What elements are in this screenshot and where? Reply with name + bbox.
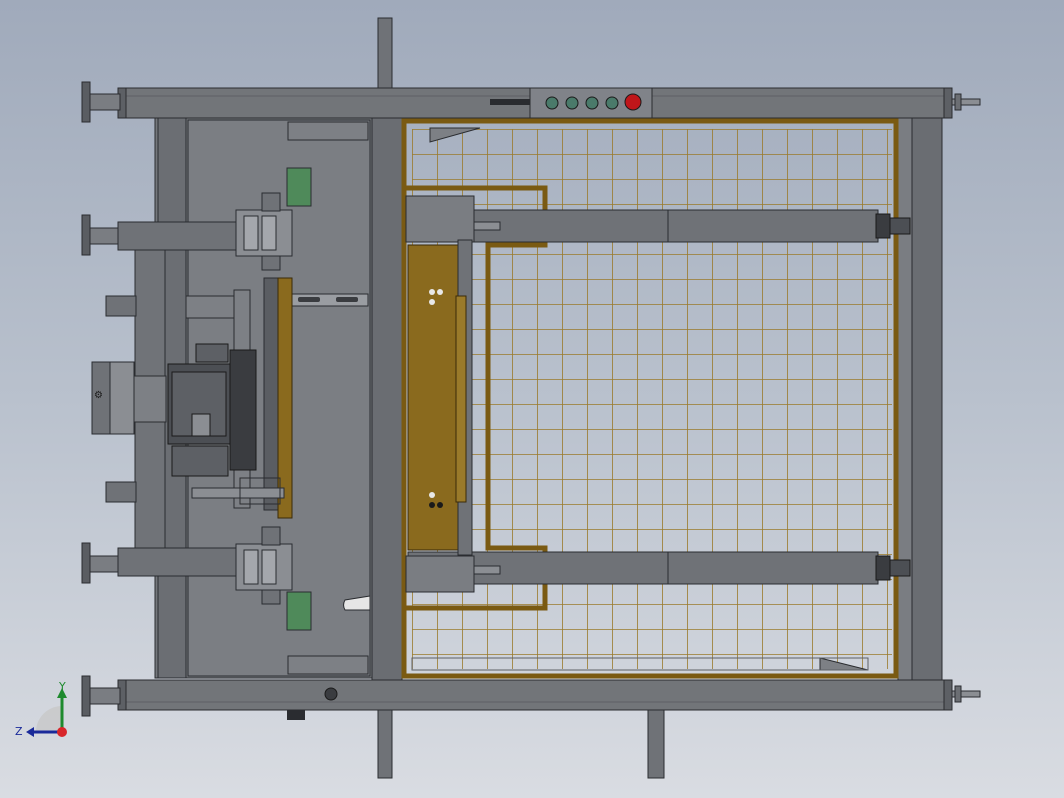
slot-bottom bbox=[287, 655, 369, 675]
bottom-connector-icon bbox=[324, 687, 338, 701]
motor-junction-box bbox=[191, 413, 211, 437]
top-beam-endcap-right bbox=[943, 87, 953, 119]
pipe-left-top bbox=[105, 295, 137, 317]
pusher-bracket bbox=[455, 295, 467, 503]
slot-top bbox=[287, 121, 369, 141]
triad-y-label: Y bbox=[58, 680, 66, 693]
lower-base-beam-left bbox=[377, 709, 393, 779]
center-column bbox=[371, 117, 403, 681]
motor-shaft-plate bbox=[263, 277, 279, 511]
leveling-foot-left-4 bbox=[81, 675, 121, 717]
x-axis-dot bbox=[57, 727, 67, 737]
indicator-light-4-icon[interactable] bbox=[605, 96, 619, 110]
gearbox-lower bbox=[171, 445, 229, 477]
emergency-stop-button[interactable] bbox=[624, 93, 642, 111]
lower-base-beam-right bbox=[647, 709, 665, 779]
green-block-top bbox=[286, 167, 312, 207]
right-bolt-top bbox=[951, 93, 981, 111]
rod-end-bottom bbox=[473, 565, 501, 575]
leveling-foot-left-1 bbox=[81, 81, 121, 123]
svg-text:⚙: ⚙ bbox=[94, 390, 103, 401]
triad-z-label: Z bbox=[15, 725, 23, 738]
gearbox bbox=[195, 343, 229, 363]
adjust-rail bbox=[191, 487, 285, 499]
indicator-light-1-icon[interactable] bbox=[545, 96, 559, 110]
right-frame-column bbox=[911, 117, 943, 681]
indicator-light-2-icon[interactable] bbox=[565, 96, 579, 110]
rod-end-top bbox=[473, 221, 501, 231]
indicator-light-3-icon[interactable] bbox=[585, 96, 599, 110]
bottom-main-beam bbox=[119, 679, 951, 711]
cable-gland bbox=[490, 99, 530, 105]
motor-base bbox=[185, 295, 235, 319]
bottom-beam-endcap-right bbox=[943, 679, 953, 711]
bottom-small-block bbox=[287, 710, 305, 720]
green-block-bottom bbox=[286, 591, 312, 631]
gear-motor-body bbox=[133, 375, 167, 423]
cad-top-view: ⚙ Y Z bbox=[15, 17, 981, 779]
cylinder-mount-bottom bbox=[405, 555, 475, 593]
right-bolt-bottom bbox=[951, 685, 981, 703]
motor-flange bbox=[229, 349, 257, 471]
pipe-left-bottom bbox=[105, 481, 137, 503]
cylinder-mount-top bbox=[405, 195, 475, 243]
upper-base-beam-top bbox=[377, 17, 393, 89]
right-frame-inner bbox=[897, 117, 913, 681]
axis-triad bbox=[26, 688, 67, 737]
